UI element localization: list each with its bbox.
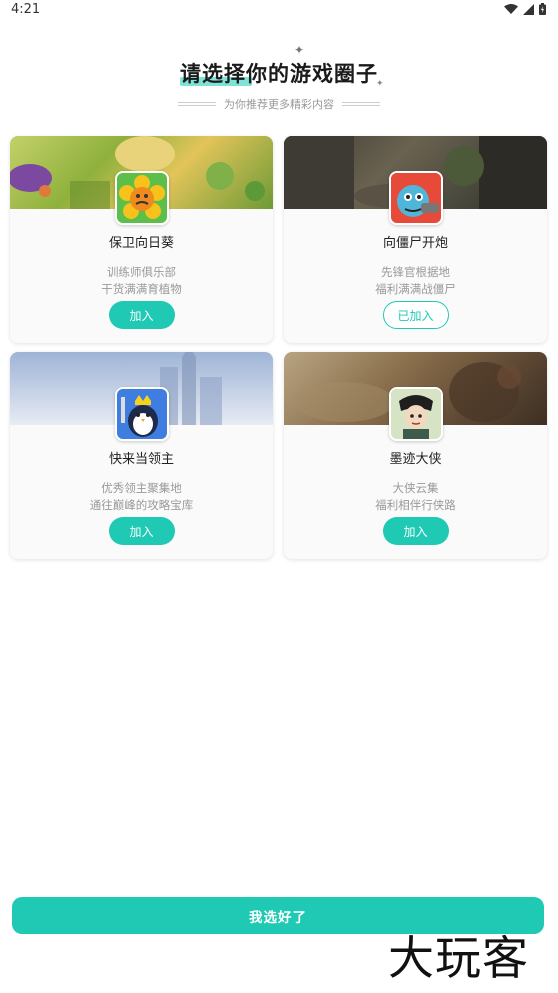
game-desc-line1: 训练师俱乐部 (107, 265, 176, 279)
game-description: 大侠云集 福利相伴行侠路 (284, 480, 547, 514)
game-desc-line1: 优秀领主聚集地 (101, 481, 182, 495)
game-desc-line1: 大侠云集 (392, 481, 439, 495)
game-card-sunflower[interactable]: 保卫向日葵 训练师俱乐部 干货满满育植物 加入 (10, 136, 273, 343)
game-name: 向僵尸开炮 (382, 236, 448, 251)
game-card-zombie[interactable]: 向僵尸开炮 先锋官根据地 福利满满战僵尸 已加入 (284, 136, 547, 343)
subtitle-row: 为你推荐更多精彩内容 (0, 96, 558, 112)
join-button[interactable]: 加入 (108, 517, 175, 545)
game-description: 先锋官根据地 福利满满战僵尸 (284, 264, 547, 298)
ink-hero-game-icon (388, 387, 443, 441)
joined-button[interactable]: 已加入 (382, 301, 449, 329)
game-name: 墨迹大侠 (389, 452, 442, 467)
watermark-logo: 大玩客 (388, 931, 529, 985)
game-card-body: 墨迹大侠 大侠云集 福利相伴行侠路 (284, 448, 547, 514)
game-desc-line2: 福利满满战僵尸 (375, 282, 456, 296)
zombie-cannon-game-icon (388, 171, 443, 225)
page-subtitle: 为你推荐更多精彩内容 (224, 98, 334, 111)
game-card-body: 保卫向日葵 训练师俱乐部 干货满满育植物 (10, 232, 273, 298)
battery-icon (539, 3, 546, 15)
sparkle-icon: ✦ (294, 43, 305, 57)
sunflower-game-icon (114, 171, 169, 225)
game-description: 优秀领主聚集地 通往巅峰的攻略宝库 (10, 480, 273, 514)
game-card-ink-hero[interactable]: 墨迹大侠 大侠云集 福利相伴行侠路 加入 (284, 352, 547, 559)
game-card-body: 向僵尸开炮 先锋官根据地 福利满满战僵尸 (284, 232, 547, 298)
status-bar: 4:21 (0, 0, 558, 18)
game-card-body: 快来当领主 优秀领主聚集地 通往巅峰的攻略宝库 (10, 448, 273, 514)
game-name: 快来当领主 (108, 452, 174, 467)
confirm-selection-button[interactable]: 我选好了 (12, 897, 544, 934)
game-name: 保卫向日葵 (108, 236, 174, 251)
game-desc-line1: 先锋官根据地 (381, 265, 450, 279)
page-title: 请选择你的游戏圈子 (180, 62, 378, 86)
signal-icon (523, 3, 534, 15)
status-icons (504, 3, 546, 15)
wifi-icon (504, 3, 518, 14)
divider-left (178, 102, 216, 106)
status-time: 4:21 (11, 1, 41, 17)
game-desc-line2: 通往巅峰的攻略宝库 (89, 498, 194, 512)
game-desc-line2: 干货满满育植物 (101, 282, 182, 296)
join-button[interactable]: 加入 (382, 517, 449, 545)
game-card-lord[interactable]: 快来当领主 优秀领主聚集地 通往巅峰的攻略宝库 加入 (10, 352, 273, 559)
game-circle-grid: 保卫向日葵 训练师俱乐部 干货满满育植物 加入 向僵尸开炮 先锋官根据地 福利满… (10, 136, 547, 559)
game-description: 训练师俱乐部 干货满满育植物 (10, 264, 273, 298)
divider-right (342, 102, 380, 106)
join-button[interactable]: 加入 (108, 301, 175, 329)
penguin-lord-game-icon (114, 387, 169, 441)
game-desc-line2: 福利相伴行侠路 (375, 498, 456, 512)
